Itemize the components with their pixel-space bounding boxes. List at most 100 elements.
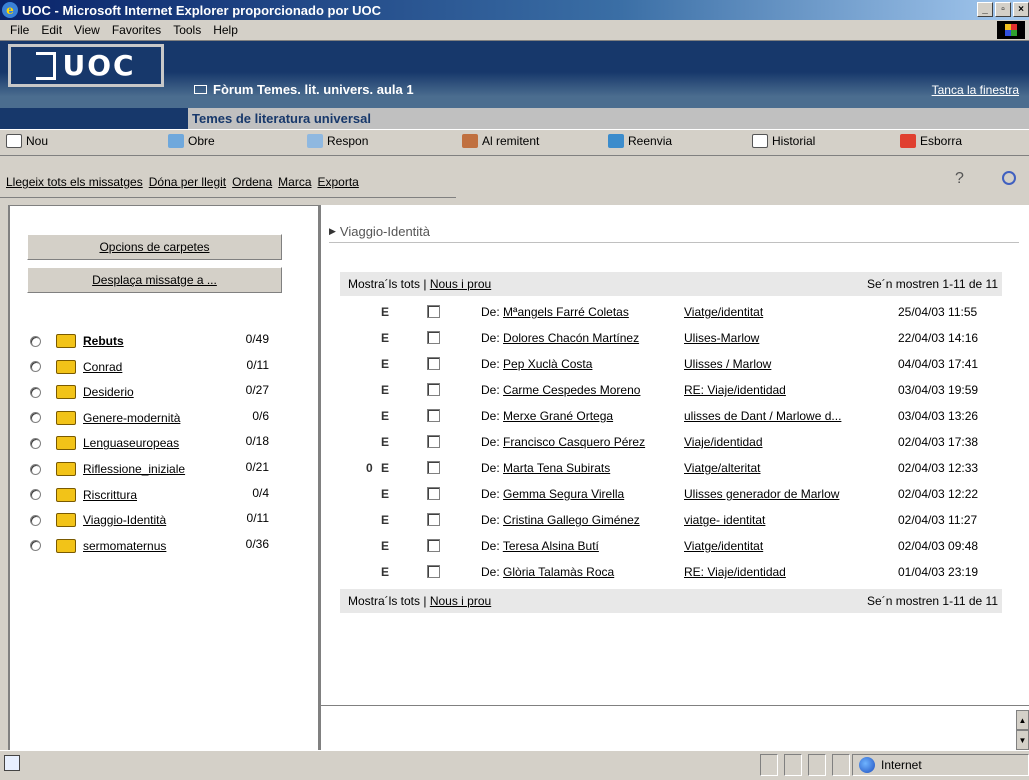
message-row[interactable]: E De: Dolores Chacón Martínez Ulises-Marlo… — [340, 326, 1002, 348]
only-new-link-footer[interactable]: Nous i prou — [430, 594, 491, 608]
sender-link[interactable]: Glòria Talamàs Roca — [503, 565, 614, 579]
open-button[interactable]: Obre — [168, 134, 215, 148]
sort-link[interactable]: Ordena — [232, 175, 272, 189]
message-row[interactable]: E De: Gemma Segura Virella Ulisses generad… — [340, 482, 1002, 504]
message-checkbox[interactable] — [427, 539, 440, 552]
message-checkbox[interactable] — [427, 383, 440, 396]
only-new-link[interactable]: Nous i prou — [430, 277, 491, 291]
message-checkbox[interactable] — [427, 461, 440, 474]
message-subject[interactable]: Ulisses generador de Marlow — [684, 487, 839, 501]
folder-name[interactable]: sermomaternus — [83, 539, 166, 553]
menu-file[interactable]: File — [4, 23, 35, 37]
message-row[interactable]: E De: Pep Xuclà Costa Ulisses / Marlow 04/0… — [340, 352, 1002, 374]
message-checkbox[interactable] — [427, 487, 440, 500]
read-all-link[interactable]: Llegeix tots els missatges — [6, 175, 143, 189]
folder-item[interactable]: sermomaternus 0/36 — [30, 536, 290, 556]
message-subject[interactable]: Viatge/identitat — [684, 539, 763, 553]
folder-name[interactable]: Viaggio-Identità — [83, 513, 166, 527]
mark-link[interactable]: Marca — [278, 175, 311, 189]
message-row[interactable]: E De: Glòria Talamàs Roca RE: Viaje/identi… — [340, 560, 1002, 582]
folder-name[interactable]: Riflessione_iniziale — [83, 462, 185, 476]
message-checkbox[interactable] — [427, 513, 440, 526]
sender-link[interactable]: Teresa Alsina Butí — [503, 539, 599, 553]
sender-link[interactable]: Marta Tena Subirats — [503, 461, 610, 475]
folder-item[interactable]: Viaggio-Identità 0/11 — [30, 510, 290, 530]
sender-link[interactable]: Dolores Chacón Martínez — [503, 331, 639, 345]
menu-edit[interactable]: Edit — [35, 23, 68, 37]
folder-radio[interactable] — [30, 489, 41, 501]
message-row[interactable]: E De: Francisco Casquero Pérez Viaje/ident… — [340, 430, 1002, 452]
move-message-button[interactable]: Desplaça missatge a ... — [27, 267, 282, 293]
folder-name[interactable]: Desiderio — [83, 385, 134, 399]
sender-link[interactable]: Merxe Grané Ortega — [503, 409, 613, 423]
new-button[interactable]: Nou — [6, 134, 48, 148]
message-subject[interactable]: Ulises-Marlow — [684, 331, 759, 345]
message-checkbox[interactable] — [427, 357, 440, 370]
scroll-down-icon[interactable]: ▼ — [1016, 730, 1029, 750]
close-window-link[interactable]: Tanca la finestra — [932, 83, 1019, 97]
folder-name[interactable]: Conrad — [83, 360, 122, 374]
folder-item[interactable]: Genere-modernità 0/6 — [30, 408, 290, 428]
folder-item[interactable]: Riflessione_iniziale 0/21 — [30, 459, 290, 479]
sender-link[interactable]: Gemma Segura Virella — [503, 487, 624, 501]
folder-item[interactable]: Riscrittura 0/4 — [30, 485, 290, 505]
message-subject[interactable]: ulisses de Dant / Marlowe d... — [684, 409, 841, 423]
export-link[interactable]: Exporta — [318, 175, 359, 189]
folder-radio[interactable] — [30, 335, 41, 347]
folder-item[interactable]: Conrad 0/11 — [30, 357, 290, 377]
folder-name[interactable]: Rebuts — [83, 334, 124, 348]
folder-item[interactable]: Rebuts 0/49 — [30, 331, 290, 351]
message-row[interactable]: E De: Mªangels Farré Coletas Viatge/identi… — [340, 300, 1002, 322]
menu-view[interactable]: View — [68, 23, 106, 37]
folder-radio[interactable] — [30, 463, 41, 475]
folder-radio[interactable] — [30, 540, 41, 552]
message-subject[interactable]: RE: Viaje/identidad — [684, 383, 786, 397]
folder-name[interactable]: Lenguaseuropeas — [83, 436, 179, 450]
message-checkbox[interactable] — [427, 331, 440, 344]
history-button[interactable]: Historial — [752, 134, 815, 148]
mark-read-link[interactable]: Dóna per llegit — [149, 175, 226, 189]
message-row[interactable]: E De: Merxe Grané Ortega ulisses de Dant /… — [340, 404, 1002, 426]
sender-link[interactable]: Francisco Casquero Pérez — [503, 435, 645, 449]
maximize-button[interactable]: ▫ — [995, 2, 1011, 17]
sender-link[interactable]: Mªangels Farré Coletas — [503, 305, 629, 319]
menu-favorites[interactable]: Favorites — [106, 23, 167, 37]
message-subject[interactable]: Viaje/identidad — [684, 435, 763, 449]
scroll-up-icon[interactable]: ▲ — [1016, 710, 1029, 730]
minimize-button[interactable]: _ — [977, 2, 993, 17]
sender-link[interactable]: Cristina Gallego Giménez — [503, 513, 640, 527]
menu-help[interactable]: Help — [207, 23, 244, 37]
folder-item[interactable]: Lenguaseuropeas 0/18 — [30, 433, 290, 453]
folder-options-button[interactable]: Opcions de carpetes — [27, 234, 282, 260]
message-subject[interactable]: viatge- identitat — [684, 513, 765, 527]
folder-item[interactable]: Desiderio 0/27 — [30, 382, 290, 402]
message-subject[interactable]: Ulisses / Marlow — [684, 357, 771, 371]
sender-link[interactable]: Carme Cespedes Moreno — [503, 383, 640, 397]
message-row[interactable]: 0 E De: Marta Tena Subirats Viatge/alterita… — [340, 456, 1002, 478]
message-checkbox[interactable] — [427, 565, 440, 578]
message-row[interactable]: E De: Cristina Gallego Giménez viatge- ide… — [340, 508, 1002, 530]
folder-radio[interactable] — [30, 386, 41, 398]
scrollbar[interactable]: ▲ ▼ — [1016, 710, 1029, 750]
close-window-button[interactable]: × — [1013, 2, 1029, 17]
sender-link[interactable]: Pep Xuclà Costa — [503, 357, 592, 371]
message-checkbox[interactable] — [427, 435, 440, 448]
folder-radio[interactable] — [30, 361, 41, 373]
reply-sender-button[interactable]: Al remitent — [462, 134, 539, 148]
message-subject[interactable]: Viatge/identitat — [684, 305, 763, 319]
message-checkbox[interactable] — [427, 409, 440, 422]
forward-button[interactable]: Reenvia — [608, 134, 672, 148]
help-icon[interactable]: ? — [955, 170, 964, 188]
reply-button[interactable]: Respon — [307, 134, 368, 148]
message-row[interactable]: E De: Carme Cespedes Moreno RE: Viaje/iden… — [340, 378, 1002, 400]
search-icon[interactable] — [1002, 171, 1016, 185]
folder-name[interactable]: Genere-modernità — [83, 411, 180, 425]
delete-button[interactable]: Esborra — [900, 134, 962, 148]
message-row[interactable]: E De: Teresa Alsina Butí Viatge/identitat 0… — [340, 534, 1002, 556]
message-checkbox[interactable] — [427, 305, 440, 318]
message-subject[interactable]: Viatge/alteritat — [684, 461, 761, 475]
folder-radio[interactable] — [30, 412, 41, 424]
folder-name[interactable]: Riscrittura — [83, 488, 137, 502]
menu-tools[interactable]: Tools — [167, 23, 207, 37]
message-subject[interactable]: RE: Viaje/identidad — [684, 565, 786, 579]
